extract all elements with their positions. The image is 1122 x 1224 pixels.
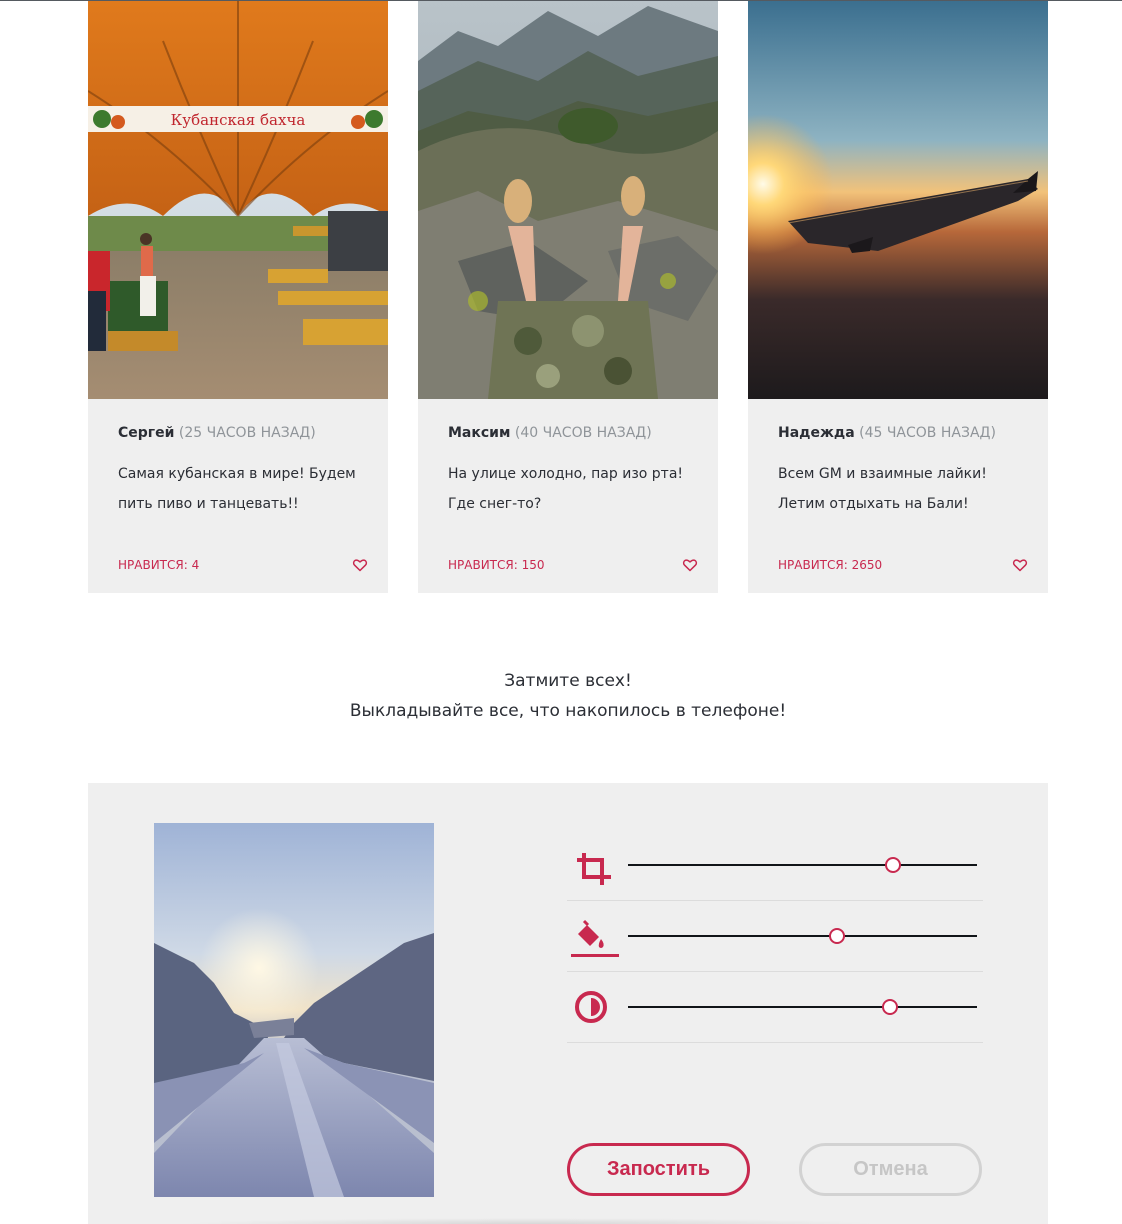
post-author[interactable]: Сергей — [118, 425, 174, 441]
post-button[interactable]: Запостить — [567, 1143, 750, 1196]
post-meta: Сергей (25 ЧАСОВ НАЗАД) — [118, 425, 316, 441]
market-banner-text: Кубанская бахча — [171, 111, 306, 129]
slider-handle[interactable] — [885, 857, 902, 873]
likes-count: НРАВИТСЯ: 4 — [118, 558, 200, 572]
slider-handle[interactable] — [829, 928, 846, 944]
bottom-shadow — [180, 1218, 880, 1224]
post-meta: Надежда (45 ЧАСОВ НАЗАД) — [778, 425, 996, 441]
likes-count: НРАВИТСЯ: 150 — [448, 558, 545, 572]
post-card: Максим (40 ЧАСОВ НАЗАД) На улице холодно… — [418, 1, 718, 593]
adjustment-controls — [567, 830, 983, 1043]
post-author[interactable]: Максим — [448, 425, 510, 441]
post-card: Надежда (45 ЧАСОВ НАЗАД) Всем GM и взаим… — [748, 1, 1048, 593]
cancel-button[interactable]: Отмена — [799, 1143, 982, 1196]
editor-photo-preview[interactable] — [154, 823, 434, 1197]
post-text: Всем GM и взаимные лайки! Летим отдыхать… — [778, 466, 987, 512]
likes-count: НРАВИТСЯ: 2650 — [778, 558, 883, 572]
heart-icon[interactable] — [352, 557, 368, 573]
post-text: На улице холодно, пар изо рта!Где снег-т… — [448, 466, 684, 512]
fill-slider[interactable] — [628, 928, 977, 944]
crop-control — [567, 830, 983, 901]
slogan-line-2: Выкладывайте все, что накопилось в телеф… — [349, 701, 787, 721]
post-time: (45 ЧАСОВ НАЗАД) — [859, 425, 996, 441]
contrast-slider[interactable] — [628, 999, 977, 1015]
post-text: Самая кубанская в мире! Будем пить пиво … — [118, 466, 356, 512]
paint-bucket-icon[interactable] — [571, 914, 619, 962]
photo-editor: Запостить Отмена — [88, 783, 1048, 1224]
slogan-line-1: Затмите всех! — [504, 671, 632, 691]
post-meta: Максим (40 ЧАСОВ НАЗАД) — [448, 425, 652, 441]
heart-icon[interactable] — [1012, 557, 1028, 573]
crop-icon[interactable] — [571, 843, 619, 891]
crop-slider[interactable] — [628, 857, 977, 873]
post-photo-mountains[interactable] — [418, 1, 718, 399]
contrast-icon[interactable] — [571, 985, 619, 1033]
post-photo-plane-wing[interactable] — [748, 1, 1048, 399]
post-time: (25 ЧАСОВ НАЗАД) — [178, 425, 316, 441]
slider-handle[interactable] — [881, 999, 898, 1015]
post-card: Кубанская бахча Сергей (25 ЧАСОВ НАЗАД) — [88, 1, 388, 593]
photo-feed: Кубанская бахча Сергей (25 ЧАСОВ НАЗАД) — [88, 1, 1048, 593]
post-time: (40 ЧАСОВ НАЗАД) — [514, 425, 652, 441]
fill-control — [567, 901, 983, 972]
contrast-control — [567, 972, 983, 1043]
heart-icon[interactable] — [682, 557, 698, 573]
slogan: Затмите всех! Выкладывайте все, что нако… — [0, 666, 1122, 726]
post-author[interactable]: Надежда — [778, 425, 855, 441]
post-photo-market[interactable]: Кубанская бахча — [88, 1, 388, 399]
